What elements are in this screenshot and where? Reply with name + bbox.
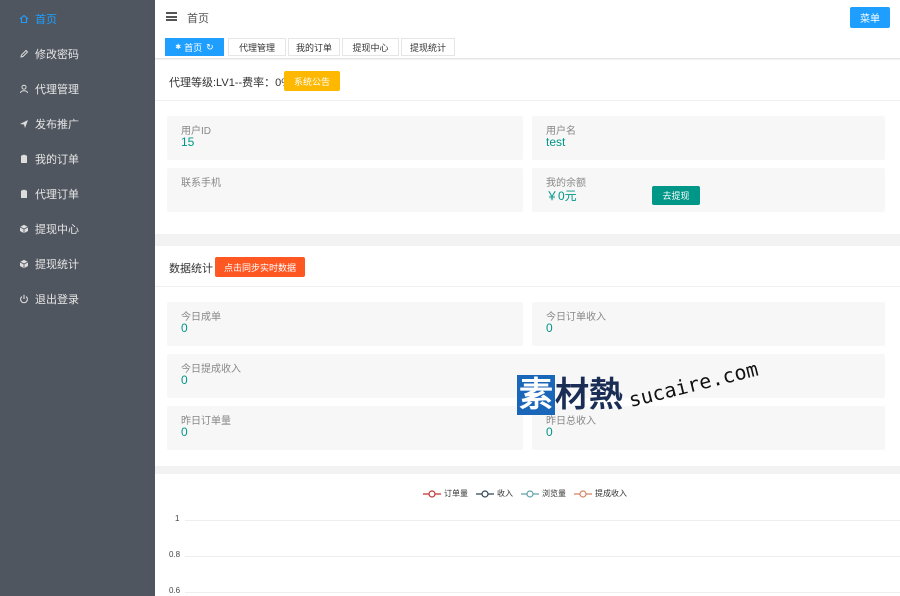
y-tick-label: 0.8 <box>169 550 181 559</box>
breadcrumb: 首页 <box>187 13 209 25</box>
sidebar-item-agent-orders[interactable]: 代理订单 <box>0 176 155 211</box>
sidebar-item-label: 代理订单 <box>35 188 79 201</box>
yesterday-orders-card: 昨日订单量 0 <box>167 406 523 450</box>
clipboard-icon <box>18 188 30 200</box>
clipboard-icon <box>18 153 30 165</box>
refresh-icon[interactable]: ↻ <box>206 42 214 53</box>
username-card: 用户名 test <box>532 116 885 160</box>
sidebar-item-label: 我的订单 <box>35 153 79 166</box>
sidebar-item-label: 代理管理 <box>35 83 79 96</box>
tab-label: 我的订单 <box>295 42 332 53</box>
withdraw-button[interactable]: 去提现 <box>652 186 700 205</box>
tab-label: 代理管理 <box>238 42 275 53</box>
today-order-income-label: 今日订单收入 <box>546 312 606 323</box>
legend-line-marker <box>423 489 441 498</box>
agent-panel-header: 代理等级:LV1--费率：0% 系统公告 <box>155 60 900 101</box>
gridline <box>185 592 900 593</box>
sync-data-button[interactable]: 点击同步实时数据 <box>215 257 305 277</box>
yesterday-total-income-value: 0 <box>546 425 553 439</box>
agent-info-panel: 代理等级:LV1--费率：0% 系统公告 用户ID 15 用户名 test 联系… <box>155 60 900 234</box>
tab-label: 提现统计 <box>409 42 446 53</box>
legend-line-marker <box>476 489 494 498</box>
yesterday-orders-label: 昨日订单量 <box>181 416 231 427</box>
phone-card: 联系手机 <box>167 168 523 212</box>
system-notice-button[interactable]: 系统公告 <box>284 71 340 91</box>
legend-item[interactable]: 订单量 <box>423 488 468 499</box>
today-deals-value: 0 <box>181 321 188 335</box>
legend-label: 收入 <box>497 489 513 498</box>
sidebar-item-logout[interactable]: 退出登录 <box>0 281 155 316</box>
watermark-logo-first: 素 <box>517 375 555 415</box>
gridline <box>185 556 900 557</box>
legend-line-marker <box>521 489 539 498</box>
pencil-icon <box>18 48 30 60</box>
tab-home[interactable]: ✱ 首页 ↻ <box>165 38 224 56</box>
today-withdraw-income-label: 今日提成收入 <box>181 364 241 375</box>
balance-value: ￥0元 <box>546 189 577 203</box>
tab-my-orders[interactable]: 我的订单 <box>288 38 340 56</box>
sidebar-item-withdraw-center[interactable]: 提现中心 <box>0 211 155 246</box>
legend-label: 订单量 <box>444 489 468 498</box>
yesterday-orders-value: 0 <box>181 425 188 439</box>
watermark-logo: 素材熱 <box>517 370 629 420</box>
username-value: test <box>546 135 566 149</box>
cube-icon <box>18 223 30 235</box>
sidebar-item-change-password[interactable]: 修改密码 <box>0 36 155 71</box>
stats-panel-header: 数据统计 点击同步实时数据 <box>155 246 900 287</box>
legend-item[interactable]: 浏览量 <box>521 488 566 499</box>
sidebar-item-home[interactable]: 首页 <box>0 1 155 36</box>
legend-label: 浏览量 <box>542 489 566 498</box>
dot-icon: ✱ <box>175 44 182 51</box>
today-order-income-value: 0 <box>546 321 553 335</box>
stats-title: 数据统计 <box>169 263 213 275</box>
stats-panel: 数据统计 点击同步实时数据 今日成单 0 今日订单收入 0 今日提成收入 0 昨… <box>155 246 900 466</box>
sidebar: 首页 修改密码 代理管理 发布推广 我的订单 代理订单 提现中心 提现统计 退出… <box>0 0 155 596</box>
send-icon <box>18 118 30 130</box>
sidebar-item-my-orders[interactable]: 我的订单 <box>0 141 155 176</box>
sidebar-item-label: 提现统计 <box>35 258 79 271</box>
phone-label: 联系手机 <box>181 178 221 189</box>
today-deals-card: 今日成单 0 <box>167 302 523 346</box>
sidebar-item-label: 提现中心 <box>35 223 79 236</box>
chart-panel: 订单量 收入 浏览量 提成收入 1 0.8 0.6 <box>155 474 900 596</box>
gridline <box>185 520 900 521</box>
sidebar-item-withdraw-stats[interactable]: 提现统计 <box>0 246 155 281</box>
main-content: 首页 菜单 ✱ 首页 ↻ 代理管理 我的订单 提现中心 提现统计 代理等级:LV… <box>155 0 900 596</box>
legend-label: 提成收入 <box>595 489 627 498</box>
y-tick-label: 0.6 <box>169 586 181 595</box>
tab-withdraw-stats[interactable]: 提现统计 <box>401 38 455 56</box>
sidebar-item-label: 修改密码 <box>35 48 79 61</box>
tab-label: 提现中心 <box>352 42 389 53</box>
today-withdraw-income-value: 0 <box>181 373 188 387</box>
watermark-logo-rest: 材熱 <box>555 375 623 415</box>
sidebar-item-publish-promotion[interactable]: 发布推广 <box>0 106 155 141</box>
legend-line-marker <box>574 489 592 498</box>
balance-card: 我的余额 ￥0元 去提现 <box>532 168 885 212</box>
agent-level-title: 代理等级:LV1--费率：0% <box>169 77 292 89</box>
sidebar-item-label: 退出登录 <box>35 293 79 306</box>
sidebar-item-label: 发布推广 <box>35 118 79 131</box>
y-tick-label: 1 <box>175 514 180 523</box>
user-id-value: 15 <box>181 135 195 149</box>
user-id-card: 用户ID 15 <box>167 116 523 160</box>
hamburger-icon[interactable] <box>166 12 177 21</box>
menu-button[interactable]: 菜单 <box>850 7 890 28</box>
user-icon <box>18 83 30 95</box>
sidebar-item-label: 首页 <box>35 13 57 26</box>
cube-icon <box>18 258 30 270</box>
sidebar-item-agent-management[interactable]: 代理管理 <box>0 71 155 106</box>
legend-item[interactable]: 提成收入 <box>574 488 627 499</box>
today-order-income-card: 今日订单收入 0 <box>532 302 885 346</box>
tab-bar: ✱ 首页 ↻ 代理管理 我的订单 提现中心 提现统计 <box>155 35 900 59</box>
top-bar: 首页 菜单 <box>155 0 900 35</box>
tab-withdraw-center[interactable]: 提现中心 <box>342 38 399 56</box>
tab-label: 首页 <box>184 42 203 53</box>
home-icon <box>18 13 30 25</box>
chart-legend: 订单量 收入 浏览量 提成收入 <box>423 488 635 499</box>
power-icon <box>18 293 30 305</box>
tab-agent-management[interactable]: 代理管理 <box>228 38 286 56</box>
legend-item[interactable]: 收入 <box>476 488 513 499</box>
